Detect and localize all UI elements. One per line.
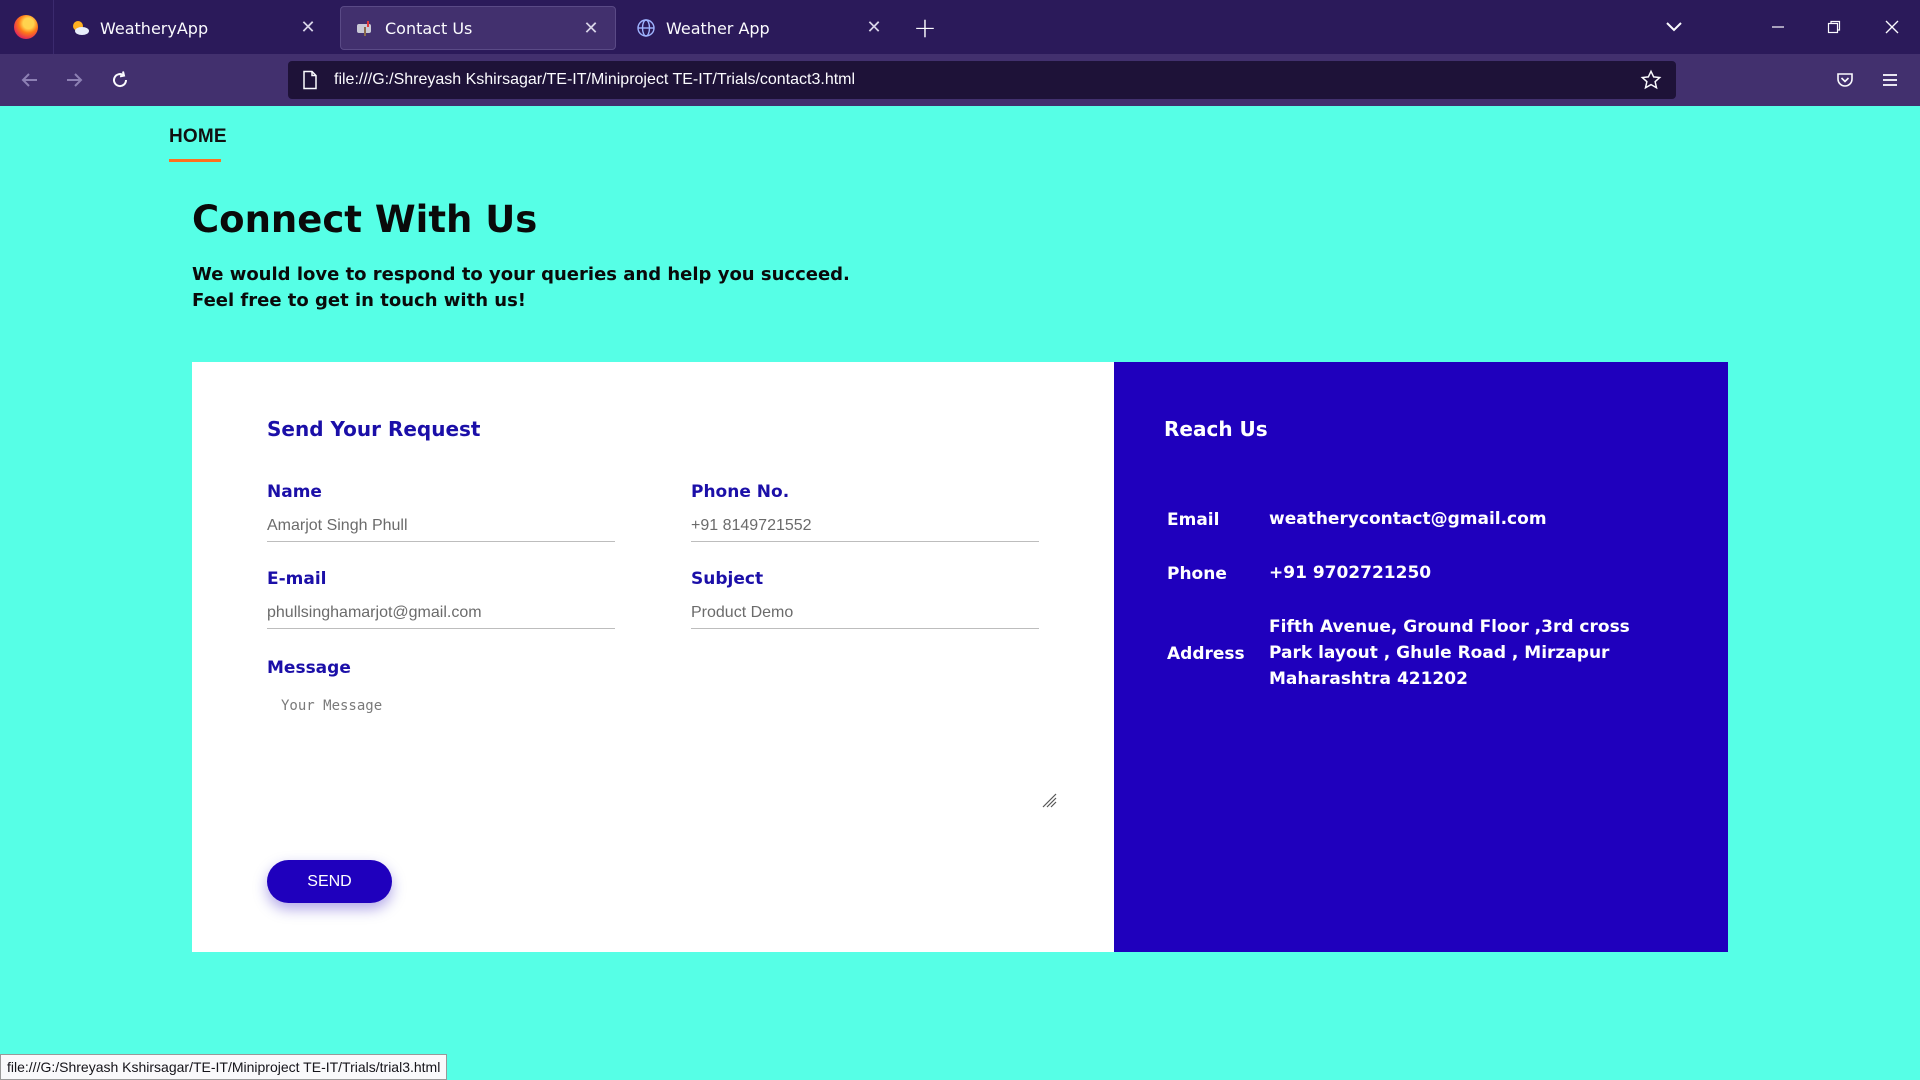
reach-title: Reach Us <box>1164 417 1268 441</box>
subtitle-line: Feel free to get in touch with us! <box>192 290 527 311</box>
contact-card: Send Your Request Name Amarjot Singh Phu… <box>192 362 1728 952</box>
new-tab-button[interactable]: + <box>912 11 938 44</box>
browser-nav-bar: file:///G:/Shreyash Kshirsagar/TE-IT/Min… <box>0 54 1920 106</box>
address-info-label: Address <box>1167 644 1245 664</box>
name-field-group: Name Amarjot Singh Phull <box>267 482 615 542</box>
form-title: Send Your Request <box>267 417 481 441</box>
minimize-icon[interactable] <box>1758 10 1798 44</box>
message-label: Message <box>267 658 351 678</box>
message-textarea[interactable]: Your Message <box>267 688 1057 808</box>
nav-active-underline <box>169 159 221 162</box>
name-input[interactable]: Amarjot Singh Phull <box>267 512 615 542</box>
subtitle-line: We would love to respond to your queries… <box>192 264 850 285</box>
phone-input[interactable]: +91 8149721552 <box>691 512 1039 542</box>
address-line: Fifth Avenue, Ground Floor ,3rd cross <box>1269 617 1630 637</box>
close-tab-icon[interactable]: ✕ <box>581 18 601 39</box>
phone-field-group: Phone No. +91 8149721552 <box>691 482 1039 542</box>
subject-label: Subject <box>691 569 764 589</box>
url-bar[interactable]: file:///G:/Shreyash Kshirsagar/TE-IT/Min… <box>288 61 1676 99</box>
url-text: file:///G:/Shreyash Kshirsagar/TE-IT/Min… <box>334 71 856 88</box>
tab-label: Contact Us <box>385 18 473 38</box>
status-bar-link-preview: file:///G:/Shreyash Kshirsagar/TE-IT/Min… <box>0 1054 448 1080</box>
browser-tab-bar: WeatheryApp ✕ Contact Us ✕ Weather App ✕… <box>0 0 1920 54</box>
subject-field-group: Subject Product Demo <box>691 569 1039 629</box>
page-subtitle: We would love to respond to your queries… <box>192 262 850 314</box>
phone-info-label: Phone <box>1167 564 1227 584</box>
email-label: E-mail <box>267 569 327 589</box>
tab-weatheryapp[interactable]: WeatheryApp ✕ <box>56 6 332 50</box>
email-input[interactable]: phullsinghamarjot@gmail.com <box>267 599 615 629</box>
reach-us-panel: Reach Us Email weatherycontact@gmail.com… <box>1114 362 1728 952</box>
address-info-value: Fifth Avenue, Ground Floor ,3rd cross Pa… <box>1269 614 1630 692</box>
pocket-icon[interactable] <box>1829 64 1861 96</box>
page-icon <box>302 70 320 90</box>
page-title: Connect With Us <box>192 198 538 241</box>
email-info-label: Email <box>1167 510 1220 530</box>
firefox-menu-icon[interactable] <box>14 15 38 39</box>
tab-label: WeatheryApp <box>100 18 209 38</box>
tab-label: Weather App <box>666 18 770 38</box>
email-field-group: E-mail phullsinghamarjot@gmail.com <box>267 569 615 629</box>
address-line: Park layout , Ghule Road , Mirzapur <box>1269 643 1610 663</box>
mailbox-icon <box>355 18 375 38</box>
email-info-value: weatherycontact@gmail.com <box>1269 509 1547 529</box>
phone-label: Phone No. <box>691 482 790 502</box>
address-line: Maharashtra 421202 <box>1269 669 1468 689</box>
tab-weather-app[interactable]: Weather App ✕ <box>622 6 898 50</box>
list-all-tabs-icon[interactable] <box>1662 14 1686 38</box>
phone-info-value: +91 9702721250 <box>1269 563 1432 583</box>
forward-arrow-icon[interactable] <box>58 64 90 96</box>
back-arrow-icon[interactable] <box>14 64 46 96</box>
bookmark-star-icon[interactable] <box>1640 69 1662 91</box>
subject-input[interactable]: Product Demo <box>691 599 1039 629</box>
close-window-icon[interactable] <box>1872 10 1912 44</box>
sun-cloud-icon <box>70 18 90 38</box>
restore-icon[interactable] <box>1814 10 1854 44</box>
name-label: Name <box>267 482 322 502</box>
request-form: Send Your Request Name Amarjot Singh Phu… <box>192 362 1114 952</box>
close-tab-icon[interactable]: ✕ <box>864 17 884 38</box>
send-button[interactable]: SEND <box>267 860 392 903</box>
close-tab-icon[interactable]: ✕ <box>298 17 318 38</box>
message-placeholder: Your Message <box>281 698 383 714</box>
tab-separator <box>53 0 54 54</box>
page-content: HOME Connect With Us We would love to re… <box>0 106 1920 1080</box>
globe-icon <box>636 18 656 38</box>
reload-icon[interactable] <box>104 64 136 96</box>
tab-contact-us[interactable]: Contact Us ✕ <box>340 6 616 50</box>
resize-handle-icon[interactable] <box>1041 792 1057 808</box>
nav-home-link[interactable]: HOME <box>169 126 227 148</box>
app-menu-icon[interactable] <box>1874 64 1906 96</box>
